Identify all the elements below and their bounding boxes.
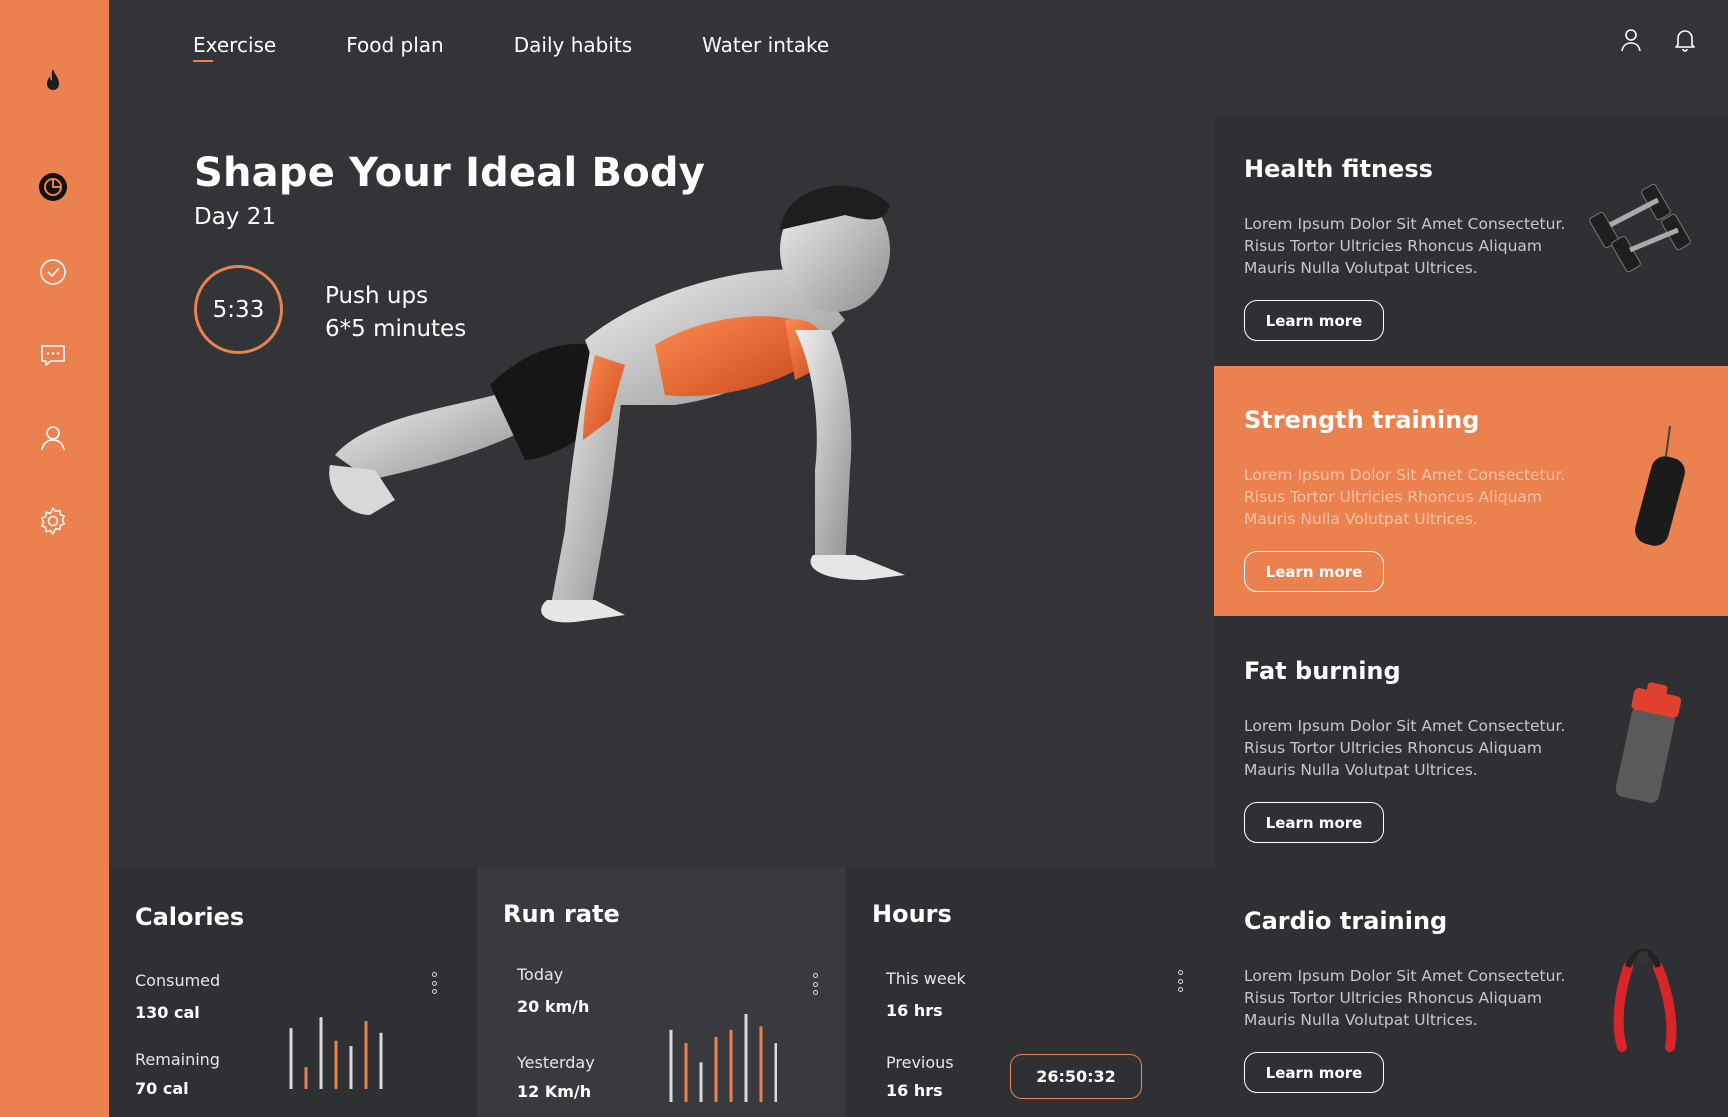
calories-panel: Calories Consumed 130 cal Remaining 70 c… <box>109 867 477 1117</box>
calories-bar-chart <box>287 1009 397 1089</box>
learn-more-button[interactable]: Learn more <box>1244 551 1384 592</box>
nav-exercise[interactable]: Exercise <box>193 33 276 62</box>
nav-food-plan[interactable]: Food plan <box>346 33 444 57</box>
shaker-bottle-icon <box>1615 682 1682 803</box>
card-description: Lorem Ipsum Dolor Sit Amet Consectetur. … <box>1244 967 1566 1029</box>
learn-more-button[interactable]: Learn more <box>1244 802 1384 843</box>
panel-title: Run rate <box>503 900 620 928</box>
more-options-icon[interactable] <box>810 973 820 995</box>
card-strength-training: Strength training Lorem Ipsum Dolor Sit … <box>1214 366 1728 616</box>
panel-title: Hours <box>872 900 952 928</box>
card-health-fitness: Health fitness Lorem Ipsum Dolor Sit Ame… <box>1214 115 1728 365</box>
yesterday-label: Yesterday <box>517 1053 595 1072</box>
settings-icon[interactable] <box>35 503 71 539</box>
card-fat-burning: Fat burning Lorem Ipsum Dolor Sit Amet C… <box>1214 617 1728 867</box>
hours-panel: Hours This week 16 hrs Previous 16 hrs 2… <box>846 867 1214 1117</box>
this-week-value: 16 hrs <box>886 1001 943 1020</box>
punching-bag-icon <box>1635 426 1685 546</box>
dumbbells-icon <box>1589 183 1691 273</box>
day-counter: Day 21 <box>194 204 276 230</box>
today-label: Today <box>517 965 564 984</box>
check-circle-icon[interactable] <box>35 254 71 290</box>
card-description: Lorem Ipsum Dolor Sit Amet Consectetur. … <box>1244 466 1566 528</box>
card-description: Lorem Ipsum Dolor Sit Amet Consectetur. … <box>1244 717 1566 779</box>
header-actions <box>1618 26 1698 54</box>
learn-more-button[interactable]: Learn more <box>1244 300 1384 341</box>
previous-label: Previous <box>886 1053 954 1072</box>
card-cardio-training: Cardio training Lorem Ipsum Dolor Sit Am… <box>1214 867 1728 1117</box>
total-time-badge: 26:50:32 <box>1010 1054 1142 1099</box>
top-navigation: Exercise Food plan Daily habits Water in… <box>193 33 829 62</box>
more-options-icon[interactable] <box>1175 970 1185 992</box>
card-description: Lorem Ipsum Dolor Sit Amet Consectetur. … <box>1244 215 1566 277</box>
yesterday-value: 12 Km/h <box>517 1082 592 1101</box>
user-icon[interactable] <box>1618 26 1644 54</box>
panel-title: Calories <box>135 903 245 931</box>
nav-water-intake[interactable]: Water intake <box>702 33 829 57</box>
this-week-label: This week <box>886 969 966 988</box>
consumed-value: 130 cal <box>135 1003 200 1022</box>
more-options-icon[interactable] <box>429 972 439 994</box>
sidebar <box>0 0 109 1117</box>
pushup-athlete-illustration <box>329 185 905 623</box>
remaining-label: Remaining <box>135 1050 220 1069</box>
consumed-label: Consumed <box>135 971 221 990</box>
chat-icon[interactable] <box>35 337 71 373</box>
remaining-value: 70 cal <box>135 1079 189 1098</box>
previous-value: 16 hrs <box>886 1081 943 1100</box>
user-icon[interactable] <box>35 420 71 456</box>
workout-timer: 5:33 <box>194 265 283 354</box>
flame-logo-icon[interactable] <box>35 64 71 100</box>
learn-more-button[interactable]: Learn more <box>1244 1052 1384 1093</box>
hand-grip-icon <box>1613 949 1677 1052</box>
run-rate-bar-chart <box>667 1012 777 1102</box>
pie-chart-icon[interactable] <box>35 169 71 205</box>
today-value: 20 km/h <box>517 997 590 1016</box>
bell-icon[interactable] <box>1672 26 1698 54</box>
run-rate-panel: Run rate Today 20 km/h Yesterday 12 Km/h <box>477 867 845 1117</box>
nav-daily-habits[interactable]: Daily habits <box>514 33 632 57</box>
